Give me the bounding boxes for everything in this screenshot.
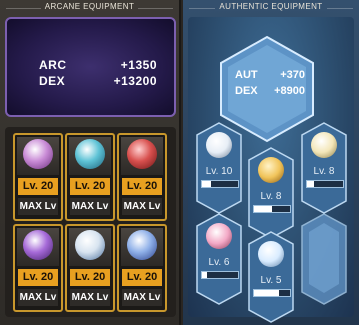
authentic-stat-dex: DEX +8900 xyxy=(235,85,305,97)
arcane-symbol-slot-2[interactable]: Lv. 20 MAX Lv xyxy=(65,133,115,221)
snowflake-icon xyxy=(258,241,284,267)
red-crystal-icon xyxy=(127,139,157,169)
authentic-symbol-3-progress xyxy=(306,180,344,188)
authentic-panel-title: AUTHENTIC EQUIPMENT xyxy=(183,2,359,14)
authentic-stat-aut: AUT +370 xyxy=(235,69,305,81)
authentic-stats: AUT +370 DEX +8900 xyxy=(235,69,305,101)
golden-orb-icon xyxy=(258,157,284,183)
empty-slot-icon xyxy=(301,213,347,305)
arcane-stat-arc: ARC +1350 xyxy=(39,58,157,72)
teal-droplet-icon xyxy=(75,139,105,169)
pink-orb-icon xyxy=(23,139,53,169)
arcane-symbol-slot-4[interactable]: Lv. 20 MAX Lv xyxy=(13,224,63,312)
purple-star-icon xyxy=(23,230,53,260)
authentic-symbol-5-progress xyxy=(253,289,291,297)
arcane-stats-box: ARC +1350 DEX +13200 xyxy=(5,17,176,117)
arcane-stat-dex: DEX +13200 xyxy=(39,74,157,88)
arcane-panel: ARCANE EQUIPMENT ARC +1350 DEX +13200 Lv… xyxy=(0,0,181,325)
arcane-symbol-slot-3[interactable]: Lv. 20 MAX Lv xyxy=(117,133,167,221)
lantern-icon xyxy=(311,132,337,158)
arcane-symbol-slot-5[interactable]: Lv. 20 MAX Lv xyxy=(65,224,115,312)
authentic-symbol-slot-4[interactable]: Lv. 6 xyxy=(196,213,242,305)
arcane-panel-title: ARCANE EQUIPMENT xyxy=(0,2,179,14)
arcane-symbol-grid: Lv. 20 MAX Lv Lv. 20 MAX Lv Lv. 20 MAX L… xyxy=(5,127,176,317)
web-ring-icon xyxy=(206,132,232,158)
authentic-panel: AUTHENTIC EQUIPMENT AUT +370 DEX +8900 Lv.… xyxy=(183,0,359,325)
authentic-symbol-4-progress xyxy=(201,271,239,279)
arcane-symbol-slot-6[interactable]: Lv. 20 MAX Lv xyxy=(117,224,167,312)
authentic-symbol-slot-2[interactable]: Lv. 8 xyxy=(248,147,294,239)
arcane-symbol-slot-1[interactable]: Lv. 20 MAX Lv xyxy=(13,133,63,221)
pink-flower-icon xyxy=(206,223,232,249)
authentic-area: AUT +370 DEX +8900 Lv. 10 Lv. 8 Lv. 8 Lv. … xyxy=(188,17,354,323)
blue-swirl-icon xyxy=(127,230,157,260)
authentic-symbol-2-progress xyxy=(253,205,291,213)
authentic-symbol-slot-3[interactable]: Lv. 8 xyxy=(301,122,347,214)
white-tree-icon xyxy=(75,230,105,260)
authentic-symbol-slot-5[interactable]: Lv. 5 xyxy=(248,231,294,323)
authentic-symbol-slot-6-empty[interactable] xyxy=(301,213,347,305)
authentic-symbol-slot-1[interactable]: Lv. 10 xyxy=(196,122,242,214)
authentic-symbol-1-progress xyxy=(201,180,239,188)
